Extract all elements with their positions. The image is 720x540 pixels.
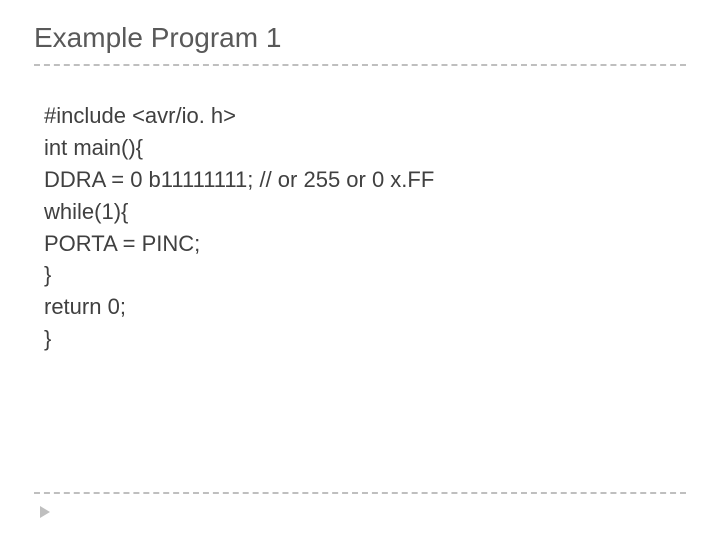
code-line: #include <avr/io. h> (44, 100, 686, 132)
bottom-divider (34, 492, 686, 494)
bullet-icon (40, 506, 50, 518)
code-line: DDRA = 0 b11111111; // or 255 or 0 x.FF (44, 164, 686, 196)
code-line: PORTA = PINC; (44, 228, 686, 260)
code-block: #include <avr/io. h> int main(){ DDRA = … (34, 100, 686, 355)
code-line: int main(){ (44, 132, 686, 164)
slide-title: Example Program 1 (34, 22, 686, 54)
code-line: return 0; (44, 291, 686, 323)
code-line: while(1){ (44, 196, 686, 228)
title-divider (34, 64, 686, 66)
slide: Example Program 1 #include <avr/io. h> i… (0, 0, 720, 540)
code-line: } (44, 323, 686, 355)
code-line: } (44, 259, 686, 291)
